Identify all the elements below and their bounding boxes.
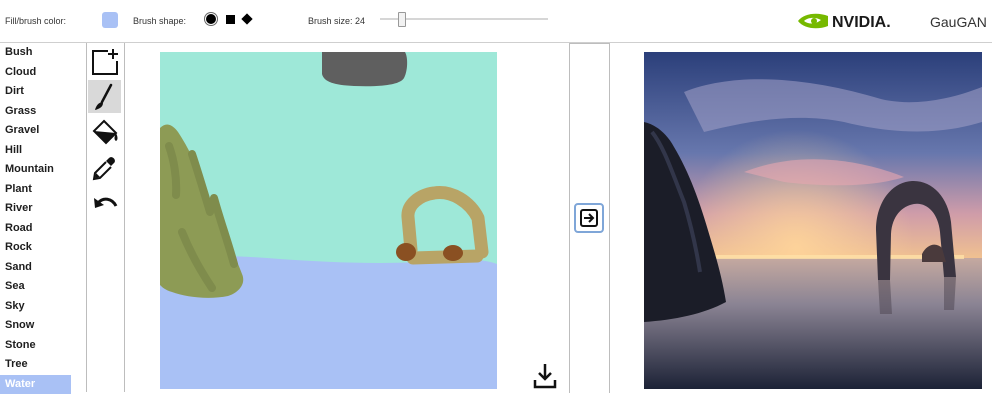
label-item-dirt[interactable]: Dirt (0, 82, 86, 102)
segmentation-canvas[interactable] (160, 52, 497, 389)
render-button[interactable] (574, 203, 604, 233)
label-list: BushCloudDirtGrassGravelHillMountainPlan… (0, 43, 86, 392)
new-canvas-tool[interactable] (88, 45, 121, 78)
download-icon[interactable] (532, 362, 558, 390)
cloud-shape (322, 52, 407, 86)
eyedropper-tool[interactable] (88, 151, 121, 184)
label-item-grass[interactable]: Grass (0, 102, 86, 122)
label-item-plant[interactable]: Plant (0, 180, 86, 200)
label-item-rock[interactable]: Rock (0, 238, 86, 258)
divider (86, 43, 87, 392)
eyedropper-icon (90, 153, 120, 183)
undo-tool[interactable] (88, 187, 121, 220)
fill-bucket-icon (90, 117, 120, 147)
arrow-right-icon (580, 209, 598, 227)
label-item-river[interactable]: River (0, 199, 86, 219)
undo-icon (90, 189, 120, 219)
brush-tool[interactable] (88, 80, 121, 113)
generated-image (644, 52, 982, 389)
label-item-mountain[interactable]: Mountain (0, 160, 86, 180)
label-item-cloud[interactable]: Cloud (0, 63, 86, 83)
top-toolbar: Fill/brush color: Brush shape: Brush siz… (0, 0, 992, 43)
label-item-sky[interactable]: Sky (0, 297, 86, 317)
nvidia-eye-icon (798, 14, 828, 29)
brush-size-label: Brush size: 24 (308, 16, 365, 26)
brush-shape-circle[interactable] (206, 14, 216, 24)
label-item-water[interactable]: Water (0, 375, 71, 394)
app-name: GauGAN (930, 14, 987, 30)
brush-shape-diamond[interactable] (241, 13, 252, 24)
label-item-road[interactable]: Road (0, 219, 86, 239)
label-item-snow[interactable]: Snow (0, 316, 86, 336)
brush-shape-square[interactable] (226, 15, 235, 24)
fill-color-label: Fill/brush color: (5, 16, 66, 26)
label-item-sand[interactable]: Sand (0, 258, 86, 278)
brush-icon (90, 82, 120, 112)
brush-shape-label: Brush shape: (133, 16, 186, 26)
label-item-stone[interactable]: Stone (0, 336, 86, 356)
stone-left (396, 243, 416, 261)
brush-size-slider-handle[interactable] (398, 12, 406, 27)
nvidia-logo: NVIDIA. (796, 10, 902, 32)
fill-color-swatch[interactable] (102, 12, 118, 28)
label-item-bush[interactable]: Bush (0, 43, 86, 63)
label-item-hill[interactable]: Hill (0, 141, 86, 161)
divider (124, 43, 125, 392)
new-canvas-icon (90, 47, 120, 77)
nvidia-wordmark: NVIDIA. (832, 14, 891, 31)
label-item-tree[interactable]: Tree (0, 355, 86, 375)
fill-bucket-tool[interactable] (88, 115, 121, 148)
label-item-gravel[interactable]: Gravel (0, 121, 86, 141)
label-item-sea[interactable]: Sea (0, 277, 86, 297)
stone-right (443, 245, 463, 261)
